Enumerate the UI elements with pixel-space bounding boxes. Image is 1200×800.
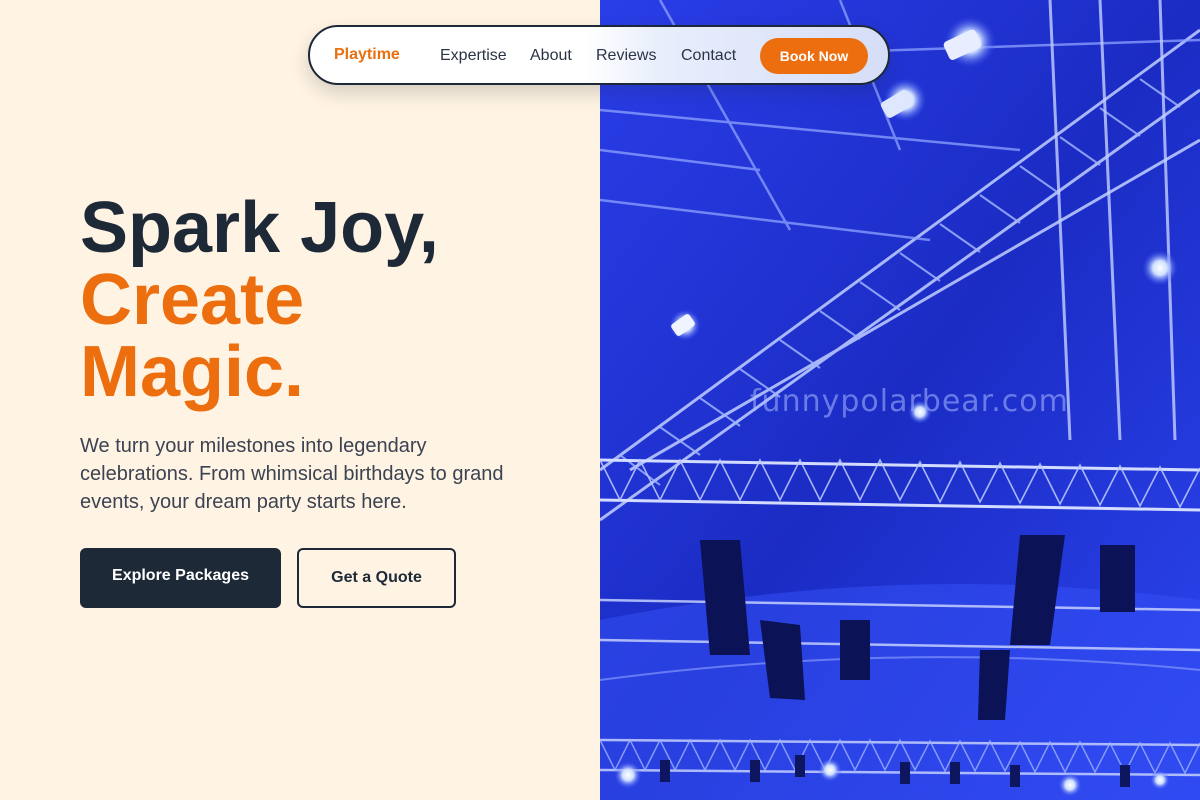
headline-line-3: Magic. <box>80 332 305 412</box>
landing-page: funnypolarbear.com Playtime Expertise Ab… <box>0 0 1200 800</box>
headline-line-2: Create <box>80 260 305 340</box>
navbar: Playtime Expertise About Reviews Contact… <box>308 25 890 85</box>
nav-link-reviews[interactable]: Reviews <box>596 47 656 65</box>
book-now-button[interactable]: Book Now <box>760 38 868 74</box>
nav-link-expertise[interactable]: Expertise <box>440 47 507 65</box>
explore-packages-button[interactable]: Explore Packages <box>80 548 281 608</box>
hero-photo: funnypolarbear.com <box>600 0 1200 800</box>
hero-headline: Spark Joy, Create Magic. <box>80 192 439 408</box>
brand-logo[interactable]: Playtime <box>334 46 400 64</box>
headline-line-1: Spark Joy, <box>80 188 439 268</box>
hero-description: We turn your milestones into legendary c… <box>80 435 504 513</box>
get-quote-button[interactable]: Get a Quote <box>297 548 456 608</box>
watermark-text: funnypolarbear.com <box>750 384 1069 419</box>
nav-link-about[interactable]: About <box>530 47 572 65</box>
nav-link-contact[interactable]: Contact <box>681 47 736 65</box>
